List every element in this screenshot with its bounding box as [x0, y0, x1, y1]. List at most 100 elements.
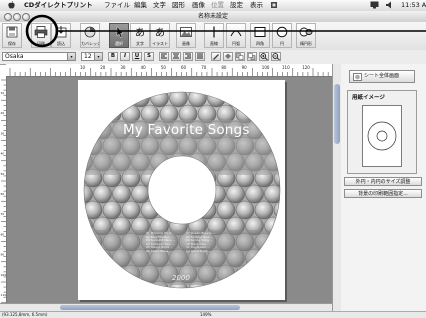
ruler-label: 100 — [1, 273, 7, 277]
underline-button[interactable]: U — [132, 52, 142, 61]
ruler-label: 20 — [100, 65, 106, 70]
track-list-right[interactable]: 07 Ocean Breeze ... 08 Forever Now ... 0… — [186, 231, 215, 254]
ruler-label: 10 — [1, 91, 5, 95]
dimple — [169, 88, 188, 108]
menu-shape[interactable]: 図形 — [172, 1, 185, 10]
ruler-label: 110 — [1, 293, 7, 297]
dimple — [245, 184, 264, 204]
ruler-label: 20 — [1, 111, 5, 115]
send-back-icon — [248, 53, 256, 60]
font-select[interactable]: Osaka ▾ — [2, 52, 76, 61]
fullscreen-sheet-button[interactable]: シート全体画面 — [349, 70, 415, 83]
dimple — [102, 200, 122, 220]
paper-thumbnail[interactable] — [362, 105, 402, 167]
disc-title[interactable]: My Favorite Songs — [123, 122, 250, 138]
dimple — [121, 200, 141, 220]
align-right-button[interactable] — [183, 52, 193, 61]
paper-preview-box: 用紙イメージ — [347, 90, 417, 174]
ruler-label: 80 — [221, 65, 227, 70]
save-icon — [6, 26, 18, 38]
align-center-button[interactable] — [171, 52, 181, 61]
side-panel: シート全体画面 用紙イメージ 外円・内円のサイズ調整 背景の印刷範囲指定... — [341, 64, 426, 311]
ruler-label: 10 — [80, 65, 86, 70]
zoom-out-button[interactable] — [271, 52, 281, 61]
zoom-out-icon — [272, 53, 280, 61]
list-item: 12 Good Night ... — [186, 248, 212, 253]
dimple — [93, 184, 112, 204]
zoom-level: 149% — [200, 312, 212, 317]
scroll-thumb[interactable] — [334, 84, 340, 144]
justify-icon — [197, 53, 203, 59]
ruler-label: 60 — [1, 192, 5, 196]
bold-button[interactable]: B — [108, 52, 118, 61]
justify-button[interactable] — [195, 52, 205, 61]
chevron-down-icon: ▾ — [67, 53, 75, 60]
vertical-ruler: 10 20 30 40 50 60 70 80 90 100 110 — [0, 76, 7, 303]
horizontal-ruler: 10 20 30 40 50 60 70 80 90 100 110 120 — [6, 64, 332, 77]
dimple — [83, 200, 103, 220]
bring-front-button[interactable] — [235, 52, 245, 61]
align-center-icon — [173, 53, 179, 59]
pen-color-button[interactable] — [211, 52, 221, 61]
menu-view[interactable]: 表示 — [250, 1, 263, 10]
ruler-label: 90 — [242, 65, 248, 70]
paper-preview-title: 用紙イメージ — [352, 95, 385, 101]
align-left-button[interactable] — [159, 52, 169, 61]
dimple — [112, 88, 131, 108]
align-left-icon — [161, 53, 167, 59]
dimple — [112, 184, 131, 204]
app-menu[interactable]: CDダイレクトプリント — [24, 1, 93, 10]
track-list-left[interactable]: 01 Morning Wind ... 02 Blue Horizon ... … — [146, 231, 175, 254]
ruler-label: 40 — [141, 65, 147, 70]
ruler-label: 60 — [181, 65, 187, 70]
save-button[interactable]: 保存 — [2, 23, 22, 48]
dimple — [93, 88, 112, 108]
disc-thumbnail-icon — [367, 121, 397, 151]
menu-text[interactable]: 文字 — [153, 1, 166, 10]
ruler-label: 90 — [1, 253, 5, 257]
menu-settings[interactable]: 設定 — [230, 1, 243, 10]
dimple — [254, 200, 274, 220]
dimple — [235, 200, 255, 220]
align-right-icon — [185, 53, 191, 59]
send-back-button[interactable] — [247, 52, 257, 61]
zoom-in-button[interactable] — [259, 52, 269, 61]
menu-edit[interactable]: 編集 — [134, 1, 147, 10]
format-bar: Osaka ▾ 12 ▾ B I U S — [0, 50, 426, 65]
ruler-label: 50 — [161, 65, 167, 70]
ruler-label: 80 — [1, 232, 5, 236]
ruler-label: 110 — [282, 65, 290, 70]
bring-front-icon — [236, 53, 244, 60]
zoom-in-icon — [260, 53, 268, 61]
menu-position[interactable]: 位置 — [211, 1, 224, 10]
ruler-label: 120 — [302, 65, 310, 70]
dimple — [131, 184, 150, 204]
ruler-label: 70 — [1, 212, 5, 216]
dimple — [150, 88, 169, 108]
print-sheet[interactable]: My Favorite Songs 01 Morning Wind ... 02… — [78, 80, 285, 300]
ruler-label: 100 — [262, 65, 270, 70]
background-print-range-button[interactable]: 背景の印刷範囲指定... — [344, 189, 422, 198]
dimple — [226, 184, 245, 204]
scroll-thumb[interactable] — [60, 305, 240, 310]
ruler-label: 40 — [1, 152, 5, 156]
cd-label-design[interactable] — [78, 80, 285, 300]
disc-year[interactable]: 2000 — [172, 274, 190, 282]
toolbar: 保存 印刷 読込 カバレッジ 選択 あ 文字 あ イラスト 画像 直線 円弧 四… — [0, 14, 426, 51]
italic-button[interactable]: I — [120, 52, 130, 61]
fill-color-button[interactable] — [223, 52, 233, 61]
clock[interactable]: 11:53 A — [401, 1, 426, 10]
list-item: 06 Silent Wave ... — [146, 248, 173, 253]
menu-image[interactable]: 画像 — [192, 1, 205, 10]
sheet-icon — [353, 73, 362, 81]
dimple — [216, 200, 236, 220]
dimple — [264, 88, 283, 108]
ruler-label: 50 — [1, 172, 5, 176]
chevron-down-icon: ▾ — [94, 53, 102, 60]
menu-file[interactable]: ファイル — [104, 1, 130, 10]
shadow-button[interactable]: S — [144, 52, 154, 61]
font-size-select[interactable]: 12 ▾ — [81, 52, 103, 61]
disc-size-adjust-button[interactable]: 外円・内円のサイズ調整 — [344, 177, 422, 186]
ruler-label: 70 — [201, 65, 207, 70]
dimple — [245, 88, 264, 108]
